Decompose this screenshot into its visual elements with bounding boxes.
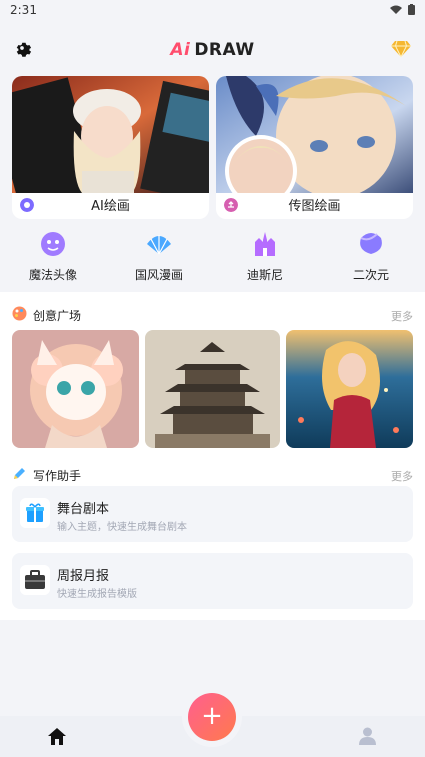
castle-icon (255, 232, 275, 256)
magic-avatar-icon (41, 232, 65, 256)
battery-icon (408, 4, 415, 15)
photo-drawing-image (216, 76, 413, 193)
item-title: 舞台剧本 (57, 502, 110, 517)
category-guofeng-comic[interactable]: 国风漫画 (119, 230, 199, 283)
category-label: 二次元 (352, 268, 389, 282)
logo-ai: Ai (170, 40, 191, 60)
creative-square-more-link[interactable]: 更多 (391, 308, 413, 324)
category-label: 魔法头像 (28, 268, 77, 282)
app-header: Ai DRAW (0, 34, 425, 68)
logo-text: DRAW (194, 40, 255, 60)
item-subtitle: 输入主题，快速生成舞台剧本 (57, 522, 187, 533)
create-button[interactable]: + (188, 693, 236, 741)
photo-drawing-label: 传图绘画 (288, 199, 341, 214)
status-bar: 2:31 (0, 0, 425, 22)
card-ai-drawing[interactable]: AI绘画 (12, 76, 209, 219)
ai-drawing-label: AI绘画 (91, 199, 130, 214)
item-subtitle: 快速生成报告模版 (57, 589, 137, 600)
writing-assistant-more-link[interactable]: 更多 (391, 468, 413, 484)
wifi-icon (390, 5, 402, 14)
profile-icon[interactable] (359, 727, 376, 745)
gallery-image-water-girl[interactable] (286, 330, 413, 448)
app-logo: Ai DRAW (0, 40, 425, 60)
category-label: 国风漫画 (134, 268, 183, 282)
creative-square-title: 创意广场 (33, 309, 82, 323)
gallery-image-cat-doll[interactable] (12, 330, 139, 448)
category-disney[interactable]: 迪斯尼 (225, 230, 305, 283)
card-photo-drawing[interactable]: 传图绘画 (216, 76, 413, 219)
gift-icon (20, 498, 50, 528)
category-magic-avatar[interactable]: 魔法头像 (13, 230, 93, 283)
pencil-icon (14, 468, 25, 479)
item-title: 周报月报 (57, 569, 110, 584)
writing-item-stage-script[interactable]: 舞台剧本 输入主题，快速生成舞台剧本 (12, 486, 413, 542)
gallery-image-pagoda[interactable] (145, 330, 280, 448)
guofeng-fan-icon (147, 235, 171, 255)
home-icon[interactable] (48, 728, 66, 745)
anime-character-icon (360, 233, 382, 254)
diamond-vip-icon[interactable] (391, 40, 411, 58)
plus-icon: + (201, 701, 223, 731)
writing-assistant-title: 写作助手 (33, 469, 82, 483)
category-label: 迪斯尼 (246, 268, 283, 282)
category-row: 魔法头像 国风漫画 迪斯尼 二次元 (0, 230, 425, 286)
palette-icon (12, 306, 27, 321)
category-anime[interactable]: 二次元 (331, 230, 411, 283)
status-time: 2:31 (10, 3, 37, 17)
ai-drawing-image (12, 76, 209, 193)
briefcase-icon (20, 565, 50, 595)
writing-item-weekly-report[interactable]: 周报月报 快速生成报告模版 (12, 553, 413, 609)
